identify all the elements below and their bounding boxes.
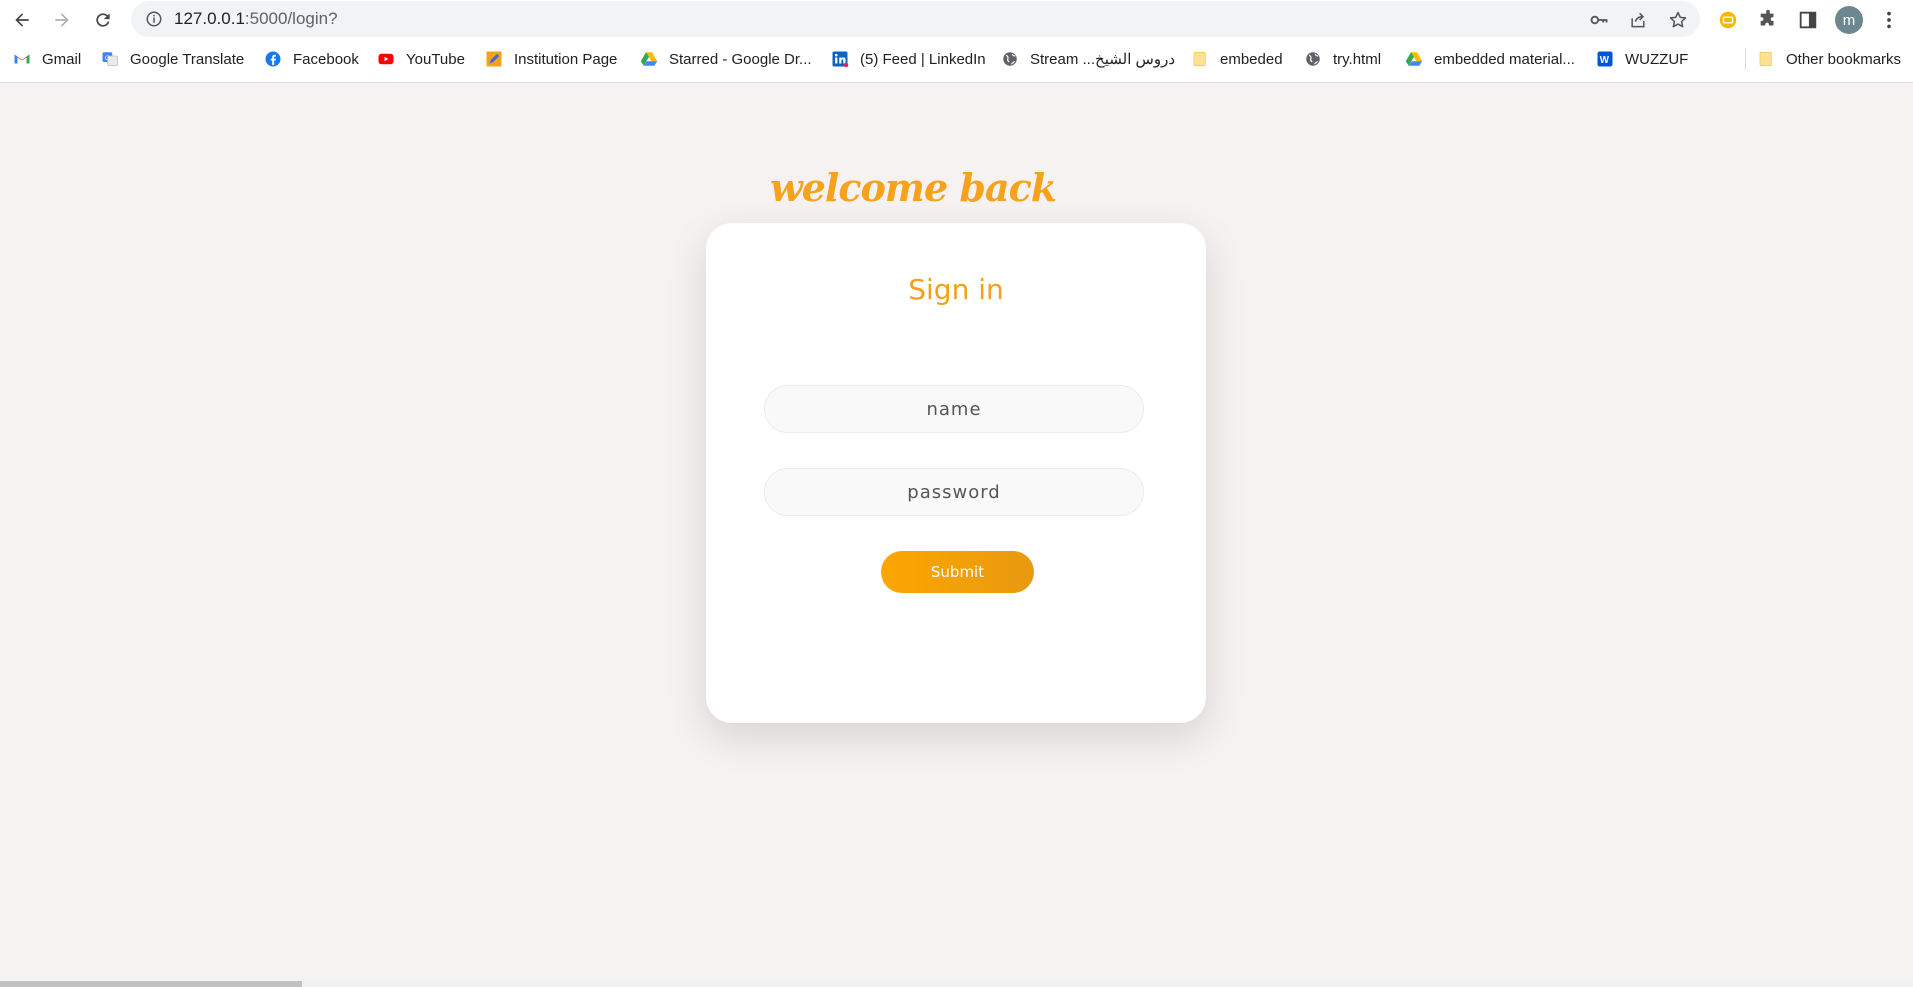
- pencil-icon: [485, 50, 503, 68]
- arrow-right-icon: [55, 13, 69, 27]
- key-icon[interactable]: [1588, 9, 1610, 31]
- globe-icon: [1304, 50, 1322, 68]
- bookmark-label: Starred - Google Dr...: [669, 50, 812, 68]
- bookmark-try-html[interactable]: try.html: [1304, 47, 1381, 71]
- kebab-menu-icon[interactable]: [1876, 7, 1902, 33]
- url-host: 127.0.0.1: [174, 9, 245, 28]
- profile-avatar[interactable]: m: [1835, 6, 1863, 34]
- arrow-left-icon: [15, 13, 29, 27]
- bookmark-label: Google Translate: [130, 50, 245, 68]
- bookmark-label: (5) Feed | LinkedIn: [860, 50, 986, 68]
- bookmark-label: WUZZUF: [1625, 50, 1689, 68]
- google-drive-icon: [640, 50, 658, 68]
- bookmark-label: YouTube: [406, 50, 465, 68]
- name-input[interactable]: [764, 385, 1144, 433]
- linkedin-icon: [831, 50, 849, 68]
- bookmark-label: embeded: [1220, 50, 1283, 68]
- url-path: :5000/login?: [244, 9, 338, 28]
- bookmark-label: Facebook: [293, 50, 359, 68]
- browser-toolbar: 127.0.0.1:5000/login? m: [0, 0, 1913, 40]
- submit-button[interactable]: Submit: [881, 551, 1034, 593]
- reload-icon: [96, 13, 110, 27]
- bookmark-youtube[interactable]: YouTube: [377, 47, 465, 71]
- extension-coin-icon[interactable]: [1715, 7, 1741, 33]
- bookmark-label: embedded material...: [1434, 50, 1575, 68]
- side-panel-icon[interactable]: [1795, 7, 1821, 33]
- bookmark-stream[interactable]: Stream ...دروس الشيخ: [1001, 47, 1175, 71]
- reload-button[interactable]: [87, 4, 119, 36]
- bookmark-label: Other bookmarks: [1786, 50, 1902, 68]
- globe-icon: [1001, 50, 1019, 68]
- google-drive-icon: [1405, 50, 1423, 68]
- extensions-puzzle-icon[interactable]: [1755, 7, 1781, 33]
- bookmarks-divider: [1745, 48, 1746, 70]
- bookmark-label: try.html: [1333, 50, 1382, 68]
- facebook-icon: [264, 50, 282, 68]
- login-card: Sign in Submit: [706, 223, 1206, 723]
- translate-icon: G: [101, 50, 119, 68]
- svg-text:W: W: [1600, 55, 1610, 66]
- info-icon[interactable]: [145, 10, 163, 28]
- bookmark-facebook[interactable]: Facebook: [264, 47, 359, 71]
- address-bar[interactable]: 127.0.0.1:5000/login?: [131, 1, 1700, 37]
- svg-text:G: G: [105, 55, 110, 62]
- scrollbar-thumb[interactable]: [0, 981, 302, 987]
- back-button[interactable]: [6, 4, 38, 36]
- welcome-heading: welcome back: [770, 165, 1057, 210]
- bookmark-starred-google-drive[interactable]: Starred - Google Dr...: [640, 47, 812, 71]
- bookmark-institution-page[interactable]: Institution Page: [485, 47, 617, 71]
- bookmark-linkedin[interactable]: (5) Feed | LinkedIn: [831, 47, 986, 71]
- gmail-icon: [13, 50, 31, 68]
- share-icon[interactable]: [1627, 9, 1649, 31]
- bookmark-wuzzuf[interactable]: W WUZZUF: [1596, 47, 1688, 71]
- other-bookmarks-folder[interactable]: Other bookmarks: [1757, 47, 1901, 71]
- bookmark-embedded-material[interactable]: embedded material...: [1405, 47, 1575, 71]
- url-text[interactable]: 127.0.0.1:5000/login?: [174, 10, 338, 28]
- horizontal-scrollbar[interactable]: [0, 981, 1913, 987]
- star-icon[interactable]: [1667, 9, 1689, 31]
- browser-chrome: 127.0.0.1:5000/login? m Gmail G Google T…: [0, 0, 1913, 83]
- password-input[interactable]: [764, 468, 1144, 516]
- folder-icon: [1757, 50, 1775, 68]
- bookmark-google-translate[interactable]: G Google Translate: [101, 47, 244, 71]
- bookmark-folder-embeded[interactable]: embeded: [1191, 47, 1283, 71]
- bookmarks-bar: Gmail G Google Translate Facebook YouTub…: [0, 44, 1913, 74]
- form-title: Sign in: [908, 273, 1004, 306]
- youtube-icon: [377, 50, 395, 68]
- bookmark-label: Stream ...دروس الشيخ: [1030, 51, 1176, 68]
- forward-button[interactable]: [46, 4, 78, 36]
- bookmark-label: Gmail: [42, 50, 82, 68]
- wuzzuf-icon: W: [1596, 50, 1614, 68]
- bookmark-label: Institution Page: [514, 50, 618, 68]
- bookmark-gmail[interactable]: Gmail: [13, 47, 81, 71]
- folder-icon: [1191, 50, 1209, 68]
